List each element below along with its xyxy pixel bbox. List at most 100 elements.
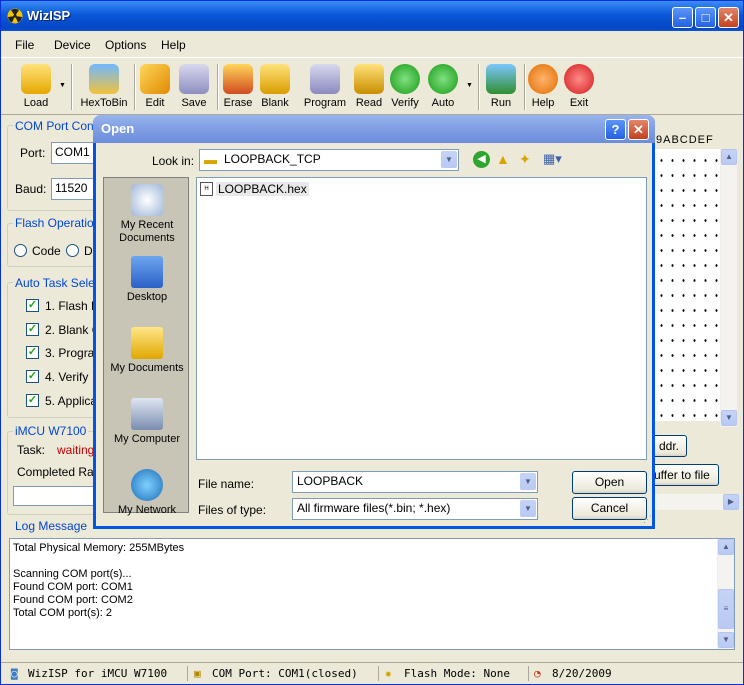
hex-grid — [654, 149, 724, 421]
task-checkbox-1[interactable]: ✓ — [26, 299, 39, 312]
radiation-icon: ✹ — [385, 667, 392, 680]
buffer-to-file-button[interactable]: uffer to file — [651, 464, 719, 486]
task-checkbox-3[interactable]: ✓ — [26, 346, 39, 359]
radiation-icon — [7, 8, 23, 24]
place-desktop[interactable]: Desktop — [104, 256, 190, 304]
file-name: LOOPBACK.hex — [216, 182, 309, 196]
file-name-input[interactable]: LOOPBACK ▼ — [292, 471, 538, 493]
run-button[interactable]: Run — [478, 62, 524, 109]
completed-rate-label: Completed Rate — [17, 465, 104, 479]
scroll-down-icon[interactable]: ▼ — [721, 410, 737, 426]
load-button[interactable]: Load — [13, 62, 59, 109]
my-documents-icon — [131, 327, 163, 359]
hex-header: 9ABCDEF — [656, 134, 714, 146]
my-computer-icon — [131, 398, 163, 430]
code-radio-label: Code — [32, 244, 61, 258]
place-my-documents[interactable]: My Documents — [104, 327, 190, 375]
menu-device[interactable]: Device — [54, 38, 91, 52]
app-status-icon: ◙ — [11, 667, 18, 680]
menu-bar: File Device Options Help — [1, 31, 743, 57]
files-of-type-select[interactable]: All firmware files(*.bin; *.hex) ▼ — [292, 498, 538, 520]
hextobin-icon — [89, 64, 119, 94]
scroll-up-icon[interactable]: ▲ — [718, 539, 734, 555]
menu-file[interactable]: File — [15, 38, 34, 52]
flash-operation-label: Flash Operation — [13, 216, 103, 230]
data-radio[interactable] — [66, 244, 79, 257]
up-folder-icon[interactable]: ▲ — [496, 151, 510, 167]
help-icon — [528, 64, 558, 94]
hex-scrollbar[interactable]: ▲ ▼ — [720, 149, 737, 427]
dialog-title-bar: Open ? ✕ — [93, 115, 655, 143]
file-name-label: File name: — [198, 477, 255, 491]
log-message-label: Log Message — [13, 519, 90, 533]
folder-icon — [21, 64, 51, 94]
title-bar: WizISP – □ ✕ — [1, 1, 743, 31]
log-line: Total COM port(s): 2 — [13, 607, 113, 619]
places-bar: My Recent Documents Desktop My Documents… — [103, 177, 190, 516]
file-list[interactable]: H LOOPBACK.hex — [196, 177, 647, 460]
dialog-close-button[interactable]: ✕ — [628, 119, 649, 140]
port-label: Port: — [20, 146, 46, 160]
hextobin-button[interactable]: HexToBin — [79, 62, 129, 109]
scroll-thumb[interactable]: ≡ — [718, 589, 734, 629]
scroll-up-icon[interactable]: ▲ — [721, 149, 737, 165]
look-in-select[interactable]: ▬ LOOPBACK_TCP ▼ — [199, 149, 459, 171]
chevron-down-icon[interactable]: ▼ — [520, 473, 536, 490]
folder-icon: ▬ — [204, 152, 217, 167]
address-button[interactable]: ddr. — [651, 435, 687, 457]
baud-select[interactable]: 11520 — [51, 178, 96, 200]
completed-rate-bar — [13, 486, 103, 506]
views-menu-icon[interactable]: ▦▾ — [543, 151, 562, 167]
baud-label: Baud: — [15, 182, 47, 196]
port-select[interactable]: COM1 — [51, 142, 96, 164]
open-button[interactable]: Open — [572, 471, 647, 494]
toolbar: Load ▼ HexToBin Edit Save Erase Blank Pr… — [1, 57, 743, 115]
auto-dropdown-icon[interactable]: ▼ — [466, 82, 473, 89]
task-checkbox-2[interactable]: ✓ — [26, 323, 39, 336]
window-title: WizISP — [27, 8, 71, 23]
task-label-5: 5. Applica — [45, 394, 98, 408]
erase-icon — [223, 64, 253, 94]
look-in-label: Look in: — [152, 154, 195, 168]
status-date: 8/20/2009 — [552, 667, 612, 680]
menu-help[interactable]: Help — [161, 38, 186, 52]
auto-task-label: Auto Task Selec — [13, 276, 103, 290]
log-line: Found COM port: COM2 — [13, 594, 133, 606]
maximize-button[interactable]: □ — [695, 7, 716, 28]
status-app: WizISP for iMCU W7100 — [28, 667, 168, 680]
task-checkbox-4[interactable]: ✓ — [26, 370, 39, 383]
blank-button[interactable]: Blank — [252, 62, 298, 109]
clock-icon: ◔ — [534, 667, 541, 680]
chevron-down-icon[interactable]: ▼ — [441, 151, 457, 168]
scroll-right-icon[interactable]: ▶ — [723, 494, 739, 510]
chevron-down-icon[interactable]: ▼ — [520, 500, 536, 517]
save-button[interactable]: Save — [171, 62, 217, 109]
program-button[interactable]: Program — [301, 62, 349, 109]
back-icon[interactable]: ◀ — [473, 151, 490, 168]
log-line: Total Physical Memory: 255MBytes — [13, 542, 185, 554]
exit-button[interactable]: Exit — [556, 62, 602, 109]
load-dropdown-icon[interactable]: ▼ — [59, 82, 66, 89]
minimize-button[interactable]: – — [672, 7, 693, 28]
auto-button[interactable]: Auto — [420, 62, 466, 109]
place-recent[interactable]: My Recent Documents — [104, 184, 190, 245]
resize-grip-icon[interactable]: ⋰ — [643, 514, 652, 525]
log-scrollbar[interactable]: ▲ ≡ ▼ — [717, 539, 734, 649]
status-flash: Flash Mode: None — [404, 667, 510, 680]
task-checkbox-5[interactable]: ✓ — [26, 394, 39, 407]
place-my-network[interactable]: My Network — [104, 469, 190, 517]
menu-options[interactable]: Options — [105, 38, 146, 52]
help-icon[interactable]: ? — [605, 119, 626, 140]
place-my-computer[interactable]: My Computer — [104, 398, 190, 446]
close-button[interactable]: ✕ — [718, 7, 739, 28]
cancel-button[interactable]: Cancel — [572, 497, 647, 520]
hex-hscrollbar[interactable]: ▶ — [655, 494, 739, 510]
code-radio[interactable] — [14, 244, 27, 257]
read-icon — [354, 64, 384, 94]
new-folder-icon[interactable]: ✦ — [519, 151, 531, 168]
log-line: Found COM port: COM1 — [13, 581, 133, 593]
scroll-down-icon[interactable]: ▼ — [718, 632, 734, 648]
log-line: Scanning COM port(s)... — [13, 568, 132, 580]
dialog-title: Open — [101, 121, 135, 136]
log-textbox[interactable]: Total Physical Memory: 255MBytes Scannin… — [9, 538, 735, 650]
